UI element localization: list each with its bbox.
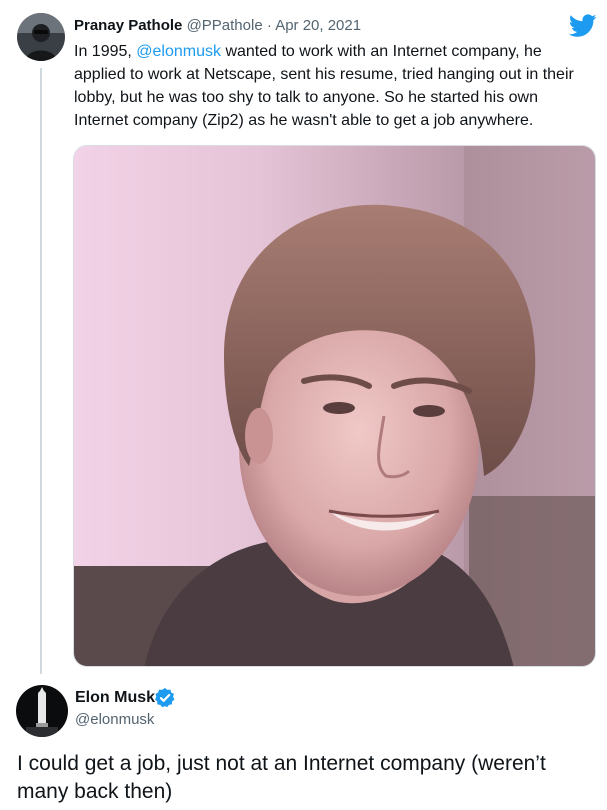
reply-author-handle[interactable]: @elonmusk [75,710,154,730]
avatar-pranay[interactable] [17,13,65,61]
meta-separator: · [262,17,276,34]
twitter-bird-icon[interactable] [568,14,597,38]
tweet-header: Pranay Pathole @PPathole · Apr 20, 2021 [74,16,361,36]
rocket-avatar-icon [16,685,68,737]
tweet-text: In 1995, @elonmusk wanted to work with a… [74,40,594,132]
person-avatar-icon [17,13,65,61]
tweet-photo[interactable] [73,145,596,667]
tweet-date[interactable]: Apr 20, 2021 [275,17,361,34]
reply-text: I could get a job, just not at an Intern… [17,752,546,803]
young-man-photo [74,146,595,666]
reply-author-name[interactable]: Elon Musk [75,688,155,708]
verified-badge-icon [155,688,175,708]
avatar-elon[interactable] [16,685,68,737]
tweet-text-start: In 1995, [74,43,137,60]
thread-connector-line [40,68,42,674]
mention-link[interactable]: @elonmusk [136,43,221,60]
author-name[interactable]: Pranay Pathole [74,17,182,34]
author-handle[interactable]: @PPathole [187,17,263,34]
